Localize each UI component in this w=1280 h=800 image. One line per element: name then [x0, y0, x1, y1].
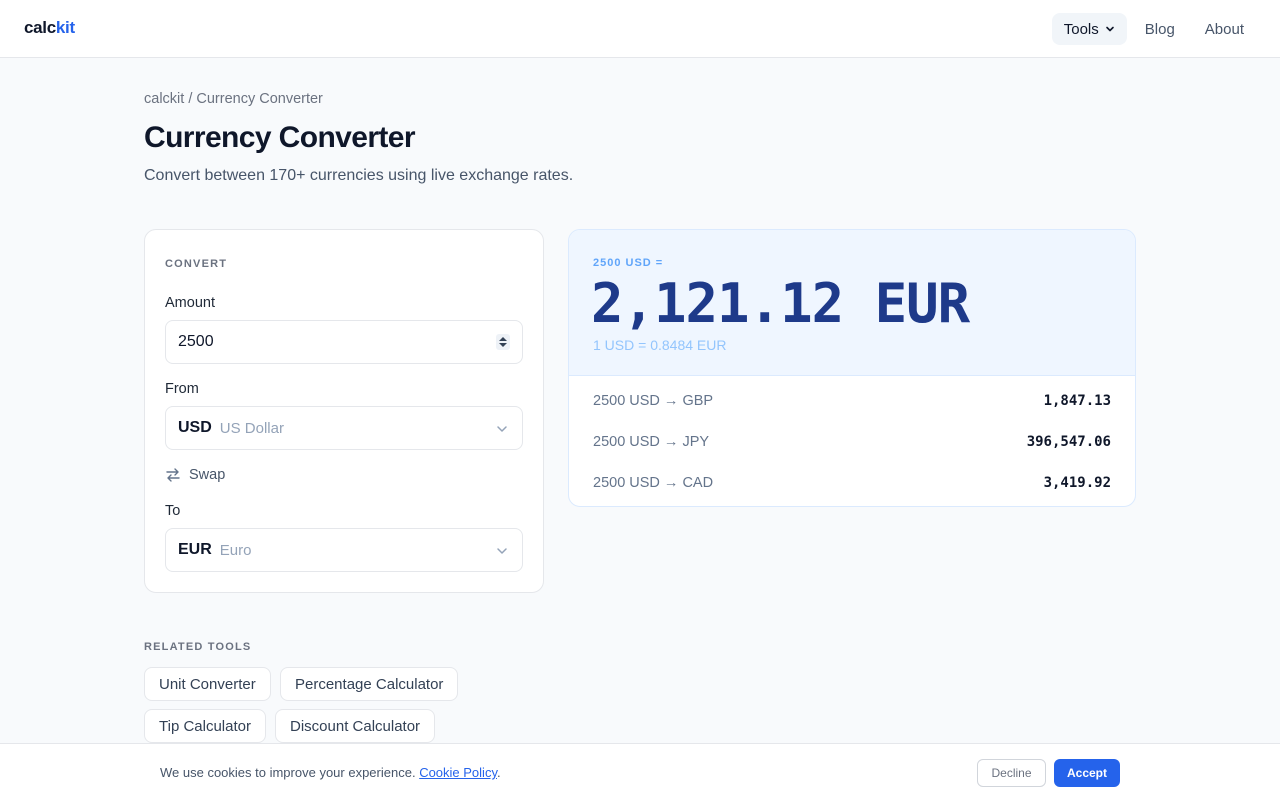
to-currency-code: EUR [178, 541, 212, 558]
amount-input[interactable] [178, 333, 478, 351]
nav-blog-link[interactable]: Blog [1133, 13, 1187, 45]
conversion-label: 2500 USD → GBP [593, 392, 714, 409]
logo-main: calc [24, 18, 56, 37]
conversion-value: 1,847.13 [1043, 392, 1111, 409]
page-title: Currency Converter [144, 121, 416, 154]
from-label: From [165, 381, 199, 397]
conversion-value: 396,547.06 [1026, 433, 1111, 450]
to-label: To [165, 503, 181, 519]
swap-label: Swap [189, 467, 226, 483]
from-currency-code: USD [178, 419, 212, 436]
breadcrumb: calckit / Currency Converter [144, 91, 323, 107]
chevron-down-icon [497, 426, 507, 432]
amount-label: Amount [165, 295, 215, 311]
related-tool-tip-calculator[interactable]: Tip Calculator [144, 709, 266, 743]
amount-stepper[interactable] [496, 334, 510, 350]
related-tool-unit-converter[interactable]: Unit Converter [144, 667, 271, 701]
decline-button[interactable]: Decline [977, 759, 1046, 787]
to-currency-name: Euro [219, 541, 252, 559]
related-tools-heading: RELATED TOOLS [144, 641, 252, 653]
logo-accent: kit [55, 18, 75, 37]
conversion-label: 2500 USD → CAD [593, 474, 714, 491]
exchange-rate: 1 USD = 0.8484 EUR [593, 337, 727, 353]
top-navbar: calckit Tools Blog About [0, 0, 1280, 58]
cookie-text: We use cookies to improve your experienc… [160, 765, 416, 780]
cookie-message: We use cookies to improve your experienc… [160, 765, 501, 780]
converter-card: CONVERT Amount From USD US Dollar Swap T… [144, 229, 544, 593]
page-subtitle: Convert between 170+ currencies using li… [144, 167, 574, 184]
conversion-row: 2500 USD → GBP 1,847.13 [569, 380, 1135, 421]
stepper-down-icon[interactable] [499, 343, 507, 347]
conversion-value: 3,419.92 [1043, 474, 1111, 491]
nav-blog-label: Blog [1144, 20, 1175, 38]
main-nav: Tools Blog About [1051, 13, 1256, 45]
swap-icon [166, 468, 180, 482]
nav-about-link[interactable]: About [1193, 13, 1256, 45]
result-amount: 2,121.12 EUR [591, 272, 970, 335]
nav-about-label: About [1204, 20, 1244, 38]
conversion-row: 2500 USD → JPY 396,547.06 [569, 421, 1135, 462]
conversion-label: 2500 USD → JPY [593, 433, 710, 450]
cookie-banner: We use cookies to improve your experienc… [0, 743, 1280, 800]
amount-field [165, 320, 523, 364]
from-currency-name: US Dollar [219, 419, 284, 437]
result-card: 2500 USD = 2,121.12 EUR 1 USD = 0.8484 E… [568, 229, 1136, 507]
chevron-down-icon [497, 548, 507, 554]
conversion-row: 2500 USD → CAD 3,419.92 [569, 462, 1135, 503]
logo[interactable]: calckit [24, 18, 75, 38]
result-equation: 2500 USD = [593, 257, 664, 269]
stepper-up-icon[interactable] [499, 337, 507, 341]
cookie-policy-link[interactable]: Cookie Policy [419, 765, 497, 780]
from-currency-select[interactable]: USD US Dollar [165, 406, 523, 450]
nav-tools-label: Tools [1063, 20, 1099, 38]
related-tool-discount-calculator[interactable]: Discount Calculator [275, 709, 436, 743]
accept-button[interactable]: Accept [1054, 759, 1120, 787]
related-tool-percentage-calculator[interactable]: Percentage Calculator [280, 667, 459, 701]
chevron-down-icon [1105, 26, 1114, 32]
swap-button[interactable]: Swap [165, 467, 225, 483]
converter-heading: CONVERT [165, 258, 228, 270]
result-summary: 2500 USD = 2,121.12 EUR 1 USD = 0.8484 E… [569, 230, 1135, 376]
cookie-suffix: . [496, 765, 501, 780]
to-currency-select[interactable]: EUR Euro [165, 528, 523, 572]
nav-tools-dropdown[interactable]: Tools [1051, 13, 1127, 45]
